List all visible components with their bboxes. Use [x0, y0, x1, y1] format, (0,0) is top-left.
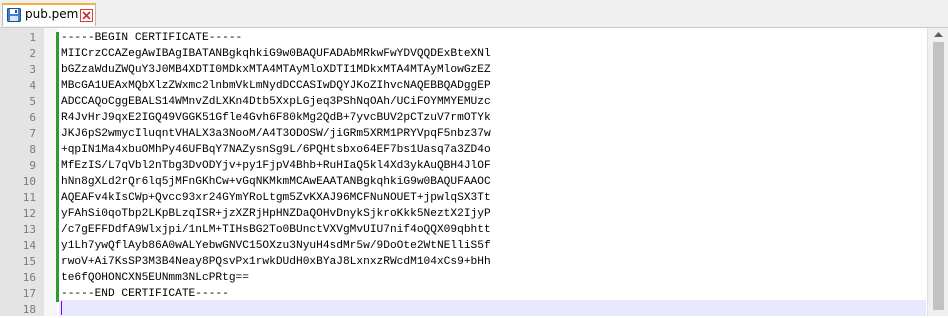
code-line[interactable]: yFAhSi0qoTbp2LKpBLzqISR+jzXZRjHpHNZDaQOH… — [61, 206, 491, 222]
line-number: 17 — [22, 287, 36, 300]
line-number: 8 — [29, 143, 36, 156]
code-line[interactable]: MfEzIS/L7qVbl2nTbg3DvODYjv+py1FjpV4Bhb+R… — [61, 158, 491, 174]
vertical-scrollbar[interactable] — [927, 28, 948, 316]
line-number: 4 — [29, 79, 36, 92]
line-number: 15 — [22, 255, 36, 268]
tab-pub-pem[interactable]: pub.pem — [2, 3, 96, 26]
code-line[interactable]: /c7gEFFDdfA9Wlxjpi/1nLM+TIHsBG2To0BUnctV… — [61, 222, 491, 238]
line-number: 2 — [29, 47, 36, 60]
text-editor[interactable]: 1 2 3 4 5 6 7 8 9 10 11 12 13 14 15 16 17 18 -----BEGIN C… — [0, 28, 948, 316]
code-line[interactable]: MIICrzCCAZegAwIBAgIBATANBgkqhkiG9w0BAQUF… — [61, 46, 491, 62]
tab-title: pub.pem — [25, 7, 79, 21]
code-line[interactable]: -----END CERTIFICATE----- — [61, 286, 491, 302]
close-icon — [82, 11, 91, 20]
code-line[interactable]: +qpIN1Ma4xbuOMhPy46UFBqY7NAZysnSg9L/6PQH… — [61, 142, 491, 158]
line-number: 14 — [22, 239, 36, 252]
line-number: 11 — [22, 191, 36, 204]
line-number: 5 — [29, 95, 36, 108]
code-line[interactable]: JKJ6pS2wmycIluqntVHALX3a3NooM/A4T3ODOSW/… — [61, 126, 491, 142]
line-number: 1 — [29, 31, 36, 44]
save-disk-icon — [7, 8, 21, 22]
scroll-up-arrow-icon[interactable] — [934, 31, 943, 37]
code-area[interactable]: -----BEGIN CERTIFICATE----- MIICrzCCAZegA… — [61, 30, 491, 318]
code-line[interactable]: hNn8gXLd2rQr6lq5jMFnGKhCw+vGqNKMkmMCAwEA… — [61, 174, 491, 190]
code-line[interactable]: bGZzaWduZWQuY3J0MB4XDTI0MDkxMTA4MTAyMloX… — [61, 62, 491, 78]
line-number: 6 — [29, 111, 36, 124]
line-number: 16 — [22, 271, 36, 284]
code-line[interactable]: ADCCAQoCggEBALS14WMnvZdLXKn4Dtb5XxpLGjeq… — [61, 94, 491, 110]
line-number: 13 — [22, 223, 36, 236]
line-number: 3 — [29, 63, 36, 76]
code-line[interactable]: te6fQOHONCXN5EUNmm3NLcPRtg== — [61, 270, 491, 286]
code-line[interactable]: AQEAFv4kIsCWp+Qvcc93xr24GYmYRoLtgm5ZvKXA… — [61, 190, 491, 206]
text-caret — [61, 301, 62, 315]
scrollbar-thumb[interactable] — [933, 42, 944, 310]
code-line[interactable]: -----BEGIN CERTIFICATE----- — [61, 30, 491, 46]
line-number: 10 — [22, 175, 36, 188]
line-number: 12 — [22, 207, 36, 220]
line-numbers: 1 2 3 4 5 6 7 8 9 10 11 12 13 14 15 16 17 18 — [0, 30, 36, 318]
code-line[interactable]: MBcGA1UEAxMQbXlzZWxmc2lnbmVkLmNydDCCASIw… — [61, 78, 491, 94]
code-line[interactable]: rwoV+Ai7KsSP3M3B4Neay8PQsvPx1rwkDUdH0xBY… — [61, 254, 491, 270]
code-line[interactable]: y1Lh7ywQflAyb86A0wALYebwGNVC15OXzu3NyuH4… — [61, 238, 491, 254]
line-number: 9 — [29, 159, 36, 172]
change-history-bar — [56, 32, 59, 302]
tab-bar: pub.pem — [0, 0, 948, 28]
code-line[interactable]: R4JvHrJ9qxE2IGQ49VGGK51Gfle4Gvh6F80kMg2Q… — [61, 110, 491, 126]
line-number: 7 — [29, 127, 36, 140]
close-tab-button[interactable] — [80, 9, 93, 22]
